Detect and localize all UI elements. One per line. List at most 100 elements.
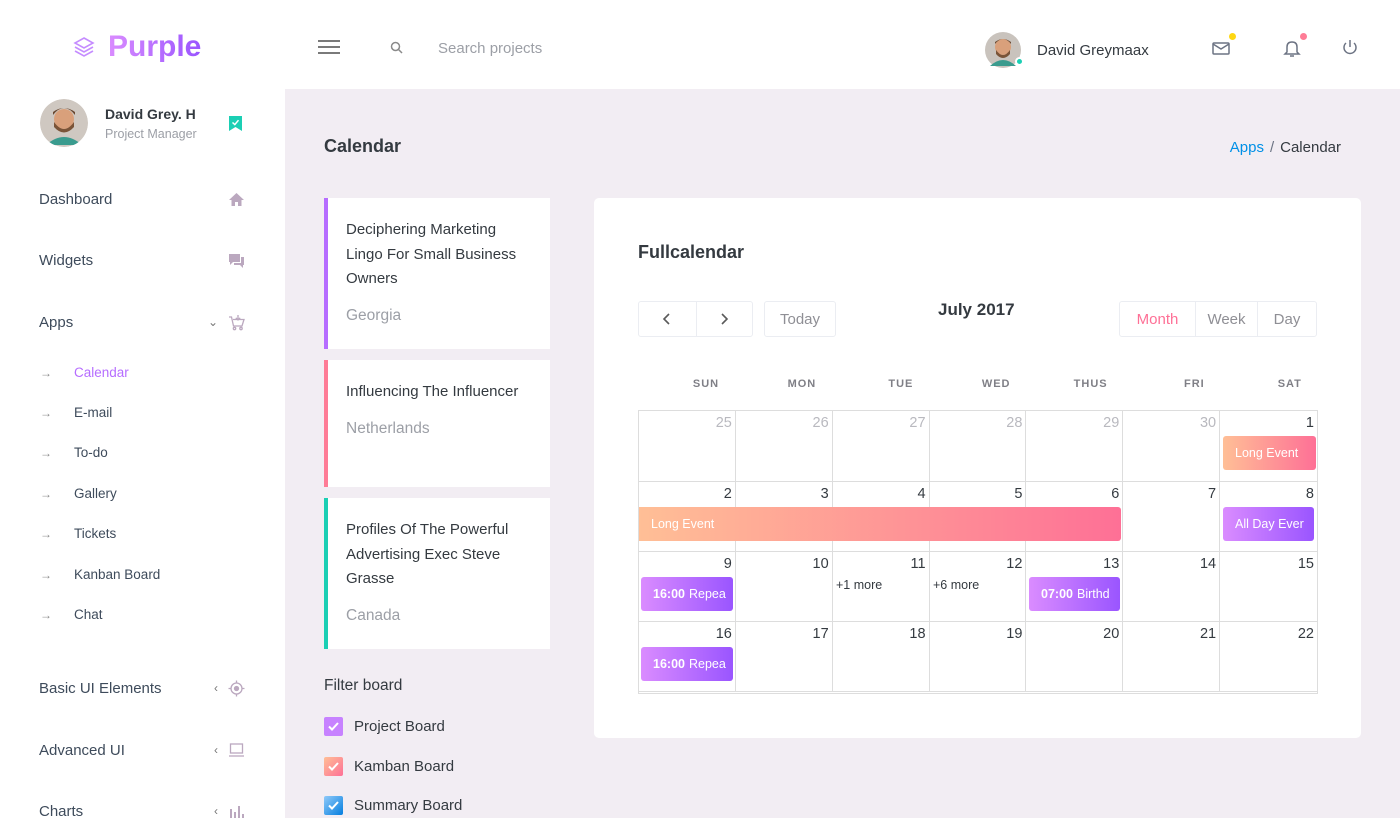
- filter-title: Filter board: [324, 677, 403, 694]
- view-week-button[interactable]: Week: [1195, 302, 1257, 336]
- day-number: 22: [1297, 626, 1314, 642]
- sidebar-item-dashboard[interactable]: Dashboard: [39, 187, 245, 211]
- calendar-day-cell[interactable]: 7: [1123, 482, 1221, 552]
- calendar-event[interactable]: All Day Ever: [1223, 507, 1314, 541]
- day-number: 10: [812, 556, 829, 572]
- sidebar-item-charts[interactable]: Charts ‹: [39, 799, 245, 818]
- sidebar-sub-tickets[interactable]: → Tickets: [40, 526, 116, 541]
- event-card[interactable]: Deciphering Marketing Lingo For Small Bu…: [324, 198, 550, 349]
- event-label: Birthd: [1076, 587, 1110, 601]
- arrow-right-icon: →: [40, 365, 52, 380]
- calendar-day-cell[interactable]: 25: [639, 411, 736, 482]
- day-number: 19: [1006, 626, 1023, 642]
- brand-logo[interactable]: Purple: [72, 30, 201, 64]
- sidebar-item-apps[interactable]: Apps ⌄: [39, 310, 245, 334]
- calendar-event[interactable]: 16:00 Repea: [641, 647, 733, 681]
- day-number: 8: [1305, 486, 1314, 502]
- page-title: Calendar: [324, 136, 402, 156]
- profile-name: David Grey. H: [105, 105, 196, 122]
- filter-summary-board[interactable]: Summary Board: [324, 796, 462, 815]
- calendar-event[interactable]: Long Event: [639, 507, 1121, 541]
- sidebar-sub-todo[interactable]: → To-do: [40, 445, 108, 460]
- event-color-bar: [324, 198, 328, 349]
- sidebar-profile[interactable]: David Grey. H Project Manager: [40, 99, 197, 147]
- calendar-day-cell[interactable]: 17: [735, 622, 833, 692]
- breadcrumb-separator: /: [1269, 139, 1275, 156]
- day-number: 2: [723, 486, 732, 502]
- view-day-button[interactable]: Day: [1257, 302, 1316, 336]
- cart-icon: [229, 314, 245, 330]
- more-events-link[interactable]: +6 more: [933, 578, 979, 592]
- sidebar-sub-calendar[interactable]: → Calendar: [40, 365, 129, 380]
- day-number: 17: [812, 626, 829, 642]
- chevron-left-icon: ‹: [214, 681, 218, 695]
- event-label: All Day Ever: [1235, 517, 1304, 531]
- calendar-day-cell[interactable]: 26: [735, 411, 833, 482]
- calendar-day-cell[interactable]: 28: [929, 411, 1027, 482]
- checkbox-checked-icon[interactable]: [324, 796, 343, 815]
- menu-toggle-icon[interactable]: [318, 40, 340, 56]
- checkbox-checked-icon[interactable]: [324, 717, 343, 736]
- sidebar-item-basic-ui[interactable]: Basic UI Elements ‹: [39, 676, 245, 700]
- bell-icon[interactable]: [1282, 33, 1307, 60]
- day-of-week: TUE: [888, 378, 914, 390]
- prev-month-button[interactable]: [639, 302, 696, 336]
- event-time: 07:00: [1041, 587, 1073, 601]
- event-location: Netherlands: [346, 419, 430, 437]
- calendar-event[interactable]: 16:00 Repea: [641, 577, 733, 611]
- chevron-right-icon: [721, 313, 729, 325]
- calendar-day-cell[interactable]: 10: [735, 552, 833, 622]
- calendar-day-cell[interactable]: 18: [832, 622, 930, 692]
- sidebar-item-widgets[interactable]: Widgets: [39, 248, 245, 272]
- calendar-day-cell[interactable]: 22: [1220, 622, 1317, 692]
- view-month-button[interactable]: Month: [1120, 302, 1195, 336]
- laptop-icon: [229, 742, 244, 757]
- mail-icon[interactable]: [1211, 33, 1236, 60]
- calendar-day-cell[interactable]: 20: [1026, 622, 1124, 692]
- sidebar-item-label: Dashboard: [39, 190, 113, 208]
- calendar-day-cell[interactable]: 27: [832, 411, 930, 482]
- user-menu[interactable]: David Greymaax: [985, 32, 1149, 68]
- calendar-day-cell[interactable]: 15: [1220, 552, 1317, 622]
- day-number: 1: [1305, 415, 1314, 431]
- calendar-event[interactable]: Long Event: [1223, 436, 1316, 470]
- event-card[interactable]: Profiles Of The Powerful Advertising Exe…: [324, 498, 550, 649]
- search-input[interactable]: Search projects: [438, 40, 542, 57]
- breadcrumb-apps[interactable]: Apps: [1230, 139, 1264, 156]
- event-card[interactable]: Influencing The Influencer Netherlands: [324, 360, 550, 487]
- day-of-week: MON: [787, 378, 817, 390]
- next-month-button[interactable]: [695, 302, 753, 336]
- day-number: 13: [1103, 556, 1120, 572]
- event-color-bar: [324, 498, 328, 649]
- arrow-right-icon: →: [40, 445, 52, 460]
- filter-kamban-board[interactable]: Kamban Board: [324, 757, 454, 776]
- calendar-day-cell[interactable]: 14: [1123, 552, 1221, 622]
- today-button[interactable]: Today: [765, 302, 835, 336]
- day-number: 30: [1199, 415, 1217, 431]
- sidebar-sub-chat[interactable]: → Chat: [40, 607, 103, 622]
- layers-icon: [73, 37, 95, 57]
- checkbox-checked-icon[interactable]: [324, 757, 343, 776]
- arrow-right-icon: →: [40, 607, 52, 622]
- day-number: 5: [1014, 486, 1023, 502]
- event-color-bar: [324, 360, 328, 487]
- calendar-event[interactable]: 07:00 Birthd: [1029, 577, 1120, 611]
- notification-badge: [1300, 33, 1307, 40]
- breadcrumb-current: Calendar: [1280, 139, 1341, 156]
- sidebar-item-advanced-ui[interactable]: Advanced UI ‹: [39, 738, 245, 762]
- event-time: 16:00: [653, 587, 685, 601]
- filter-project-board[interactable]: Project Board: [324, 717, 445, 736]
- day-number: 11: [910, 556, 926, 572]
- sidebar-item-label: Basic UI Elements: [39, 679, 162, 697]
- sidebar-sub-kanban[interactable]: → Kanban Board: [40, 567, 160, 582]
- more-events-link[interactable]: +1 more: [836, 578, 882, 592]
- calendar-day-cell[interactable]: 21: [1123, 622, 1221, 692]
- power-icon[interactable]: [1341, 38, 1363, 60]
- calendar-day-cell[interactable]: 29: [1026, 411, 1124, 482]
- event-location: Canada: [346, 606, 401, 624]
- sidebar-sub-gallery[interactable]: → Gallery: [40, 486, 117, 501]
- sidebar-sub-email[interactable]: → E-mail: [40, 405, 112, 420]
- calendar-day-cell[interactable]: 30: [1123, 411, 1221, 482]
- calendar-day-cell[interactable]: 19: [929, 622, 1027, 692]
- sidebar-item-label: Charts: [39, 802, 84, 818]
